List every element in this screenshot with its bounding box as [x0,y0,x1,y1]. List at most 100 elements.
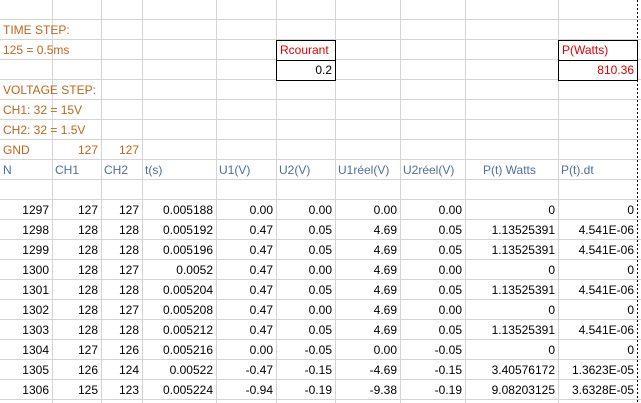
cell-u1[interactable]: 0.00 [216,201,276,220]
power-label[interactable]: P(Watts) [558,40,638,61]
cell-u1[interactable]: 0.47 [216,321,276,340]
cell-ch1[interactable]: 127 [52,201,101,220]
cell-power-dt[interactable]: 4.541E-06 [558,221,637,240]
cell-u2[interactable]: 0.05 [276,321,335,340]
cell-n[interactable]: 1297 [0,201,52,220]
cell-power[interactable]: 1.13525391 [465,241,558,260]
cell-u1-reel[interactable]: 0.00 [335,201,400,220]
cell-u1[interactable]: 0.47 [216,301,276,320]
cell-ch2[interactable]: 124 [101,361,142,380]
cell-time[interactable]: 0.0052 [142,261,216,280]
cell-ch2[interactable]: 127 [101,301,142,320]
cell-power-dt[interactable]: 4.541E-06 [558,321,637,340]
cell-ch2[interactable]: 128 [101,321,142,340]
cell-u2-reel[interactable]: 0.00 [400,201,465,220]
cell-u2-reel[interactable]: 0.00 [400,261,465,280]
cell-u1-reel[interactable]: -9.38 [335,381,400,400]
gnd-ch2[interactable]: 127 [101,141,142,160]
cell-u2[interactable]: 0.05 [276,241,335,260]
rcourant-label[interactable]: Rcourant [276,40,336,61]
cell-power[interactable]: 3.40576172 [465,361,558,380]
cell-ch1[interactable]: 128 [52,261,101,280]
cell-ch1[interactable]: 126 [52,361,101,380]
header-u2[interactable]: U2(V) [276,161,313,180]
cell-u2[interactable]: -0.19 [276,381,335,400]
cell-u2-reel[interactable]: 0.05 [400,221,465,240]
cell-ch2[interactable]: 127 [101,261,142,280]
cell-time[interactable]: 0.005208 [142,301,216,320]
header-power[interactable]: P(t) Watts [480,161,539,180]
cell-time[interactable]: 0.005192 [142,221,216,240]
cell-u1-reel[interactable]: 4.69 [335,301,400,320]
cell-n[interactable]: 1306 [0,381,52,400]
cell-n[interactable]: 1300 [0,261,52,280]
cell-ch1[interactable]: 128 [52,281,101,300]
cell-power[interactable]: 0 [465,201,558,220]
cell-u2[interactable]: 0.00 [276,301,335,320]
cell-ch1[interactable]: 128 [52,241,101,260]
cell-u2-reel[interactable]: 0.05 [400,241,465,260]
rcourant-value[interactable]: 0.2 [276,60,336,81]
cell-power[interactable]: 1.13525391 [465,321,558,340]
cell-power[interactable]: 0 [465,341,558,360]
cell-time[interactable]: 0.005204 [142,281,216,300]
header-n[interactable]: N [0,161,15,180]
cell-u1-reel[interactable]: 0.00 [335,341,400,360]
cell-time[interactable]: 0.005188 [142,201,216,220]
gnd-ch1[interactable]: 127 [52,141,101,160]
header-ch2[interactable]: CH2 [101,161,131,180]
cell-power[interactable]: 9.08203125 [465,381,558,400]
header-time[interactable]: t(s) [142,161,165,180]
cell-ch1[interactable]: 125 [52,381,101,400]
power-value[interactable]: 810.36 [558,60,638,81]
cell-power-dt[interactable]: 4.541E-06 [558,281,637,300]
cell-n[interactable]: 1299 [0,241,52,260]
cell-u1[interactable]: -0.47 [216,361,276,380]
cell-ch1[interactable]: 127 [52,341,101,360]
cell-ch2[interactable]: 128 [101,281,142,300]
cell-n[interactable]: 1305 [0,361,52,380]
time-step-label[interactable]: TIME STEP: [0,21,73,40]
cell-u1-reel[interactable]: 4.69 [335,221,400,240]
cell-u2[interactable]: 0.00 [276,201,335,220]
cell-u2[interactable]: 0.00 [276,261,335,280]
cell-u2-reel[interactable]: -0.19 [400,381,465,400]
ch2-step[interactable]: CH2: 32 = 1.5V [0,121,88,140]
cell-u1[interactable]: -0.94 [216,381,276,400]
cell-u1-reel[interactable]: 4.69 [335,241,400,260]
cell-u1[interactable]: 0.47 [216,241,276,260]
cell-ch1[interactable]: 128 [52,221,101,240]
time-step-value[interactable]: 125 = 0.5ms [0,41,72,60]
cell-u2[interactable]: -0.05 [276,341,335,360]
cell-u2-reel[interactable]: 0.00 [400,301,465,320]
cell-u1-reel[interactable]: -4.69 [335,361,400,380]
spreadsheet-grid[interactable]: TIME STEP: 125 = 0.5ms VOLTAGE STEP: CH1… [0,0,641,403]
header-power-dt[interactable]: P(t).dt [558,161,597,180]
cell-power-dt[interactable]: 3.6328E-05 [558,381,637,400]
cell-u1-reel[interactable]: 4.69 [335,321,400,340]
cell-n[interactable]: 1303 [0,321,52,340]
voltage-step-label[interactable]: VOLTAGE STEP: [0,81,99,100]
cell-n[interactable]: 1301 [0,281,52,300]
header-u1[interactable]: U1(V) [216,161,253,180]
cell-u2[interactable]: -0.15 [276,361,335,380]
ch1-step[interactable]: CH1: 32 = 15V [0,101,85,120]
cell-u1-reel[interactable]: 4.69 [335,261,400,280]
cell-u2-reel[interactable]: 0.05 [400,321,465,340]
cell-ch1[interactable]: 128 [52,301,101,320]
cell-time[interactable]: 0.005216 [142,341,216,360]
cell-time[interactable]: 0.00522 [142,361,216,380]
cell-power-dt[interactable]: 0 [558,201,637,220]
cell-ch1[interactable]: 128 [52,321,101,340]
cell-ch2[interactable]: 128 [101,221,142,240]
cell-power[interactable]: 1.13525391 [465,281,558,300]
cell-power[interactable]: 0 [465,261,558,280]
cell-time[interactable]: 0.005224 [142,381,216,400]
cell-power-dt[interactable]: 0 [558,301,637,320]
cell-u2[interactable]: 0.05 [276,281,335,300]
cell-power-dt[interactable]: 1.3623E-05 [558,361,637,380]
cell-power-dt[interactable]: 0 [558,341,637,360]
cell-u1[interactable]: 0.47 [216,261,276,280]
cell-n[interactable]: 1304 [0,341,52,360]
cell-n[interactable]: 1302 [0,301,52,320]
